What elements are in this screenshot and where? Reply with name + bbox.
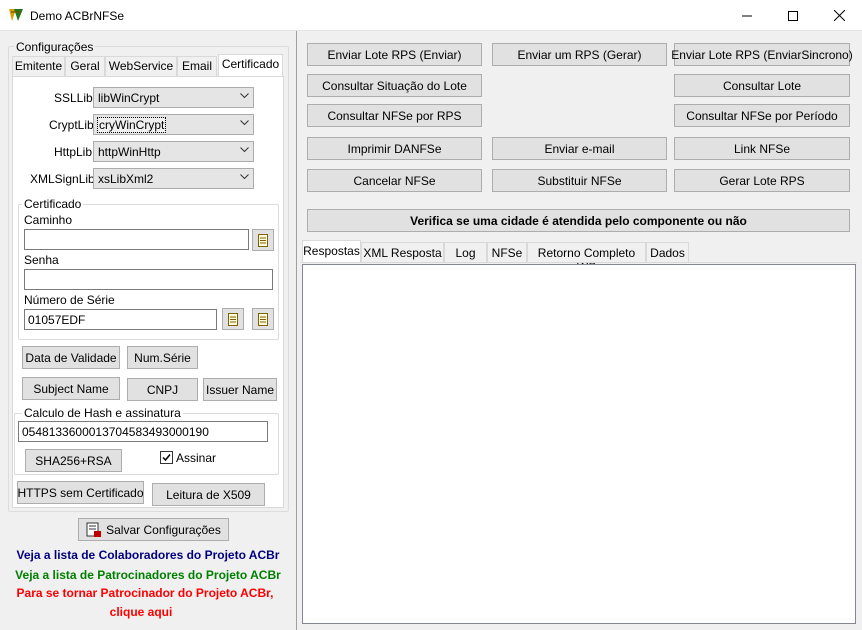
maximize-icon (788, 10, 798, 21)
document-icon (258, 233, 268, 247)
save-settings-icon (86, 522, 102, 537)
window-title: Demo ACBrNFSe (30, 9, 125, 23)
assinar-checkbox[interactable] (160, 451, 173, 464)
xmlsignlib-label: XMLSignLib (30, 172, 95, 186)
clique-aqui-link[interactable]: clique aqui (0, 605, 282, 619)
browse-caminho-button[interactable] (252, 229, 274, 251)
hash-input[interactable]: 05481336000137045834930001​90 (18, 421, 268, 442)
salvar-configuracoes-button[interactable]: Salvar Configurações (78, 518, 229, 541)
respostas-memo[interactable] (302, 264, 856, 624)
assinar-label: Assinar (176, 451, 217, 465)
num-serie-button[interactable]: Num.Série (127, 346, 198, 369)
issuer-name-button[interactable]: Issuer Name (203, 378, 277, 401)
sha256-rsa-button[interactable]: SHA256+RSA (25, 449, 122, 472)
colaboradores-link[interactable]: Veja a lista de Colaboradores do Projeto… (0, 548, 296, 562)
xmlsignlib-combo[interactable]: xsLibXml2 (93, 168, 254, 189)
hash-group-label: Calculo de Hash e assinatura (22, 406, 183, 420)
tab-xml-resposta[interactable]: XML Resposta (361, 242, 444, 263)
cryptlib-value: cryWinCrypt (96, 116, 167, 133)
document-icon (228, 312, 238, 326)
splitter[interactable] (296, 31, 297, 630)
patrocinadores-link[interactable]: Veja a lista de Patrocinadores do Projet… (0, 568, 296, 582)
ssllib-combo[interactable]: libWinCrypt (93, 87, 254, 108)
select-cert-list-button[interactable] (252, 308, 274, 330)
minimize-button[interactable] (724, 0, 770, 31)
senha-input[interactable] (24, 269, 273, 290)
enviar-lote-button[interactable]: Enviar Lote RPS (Enviar) (307, 43, 482, 66)
tab-email[interactable]: Email (177, 56, 217, 76)
senha-label: Senha (24, 253, 59, 267)
app-icon (9, 9, 23, 21)
tabs-baseline (301, 262, 857, 263)
numserie-input[interactable]: 01057EDF (24, 309, 217, 330)
tornar-patrocinador-link[interactable]: Para se tornar Patrocinador do Projeto A… (0, 586, 290, 600)
close-button[interactable] (816, 0, 862, 31)
cryptlib-label: CryptLib (49, 118, 94, 132)
httplib-combo[interactable]: httpWinHttp (93, 141, 254, 162)
tab-emitente[interactable]: Emitente (12, 56, 65, 76)
tab-webservice[interactable]: WebService (105, 56, 177, 76)
leitura-x509-button[interactable]: Leitura de X509 (152, 483, 265, 506)
consultar-periodo-button[interactable]: Consultar NFSe por Período (674, 104, 850, 127)
xmlsignlib-value: xsLibXml2 (98, 171, 154, 186)
cancelar-nfse-button[interactable]: Cancelar NFSe (307, 169, 482, 192)
tab-geral[interactable]: Geral (65, 56, 105, 76)
chevron-down-icon (240, 174, 249, 180)
close-icon (833, 10, 845, 21)
document-icon (258, 312, 268, 326)
salvar-configuracoes-label: Salvar Configurações (106, 522, 221, 537)
enviar-email-button[interactable]: Enviar e-mail (492, 137, 667, 160)
ssllib-value: libWinCrypt (98, 90, 160, 105)
substituir-nfse-button[interactable]: Substituir NFSe (492, 169, 667, 192)
chevron-down-icon (240, 93, 249, 99)
httplib-label: HttpLib (54, 145, 93, 159)
select-cert-button[interactable] (222, 308, 244, 330)
gerar-lote-button[interactable]: Gerar Lote RPS (674, 169, 850, 192)
cryptlib-combo[interactable]: cryWinCrypt (93, 114, 254, 135)
consultar-situacao-button[interactable]: Consultar Situação do Lote (307, 74, 482, 97)
tab-respostas[interactable]: Respostas (302, 240, 361, 263)
tab-certificado[interactable]: Certificado (218, 54, 283, 77)
caminho-input[interactable] (24, 229, 249, 250)
cnpj-button[interactable]: CNPJ (127, 378, 198, 401)
data-validade-button[interactable]: Data de Validade (22, 346, 120, 369)
tab-dados[interactable]: Dados (646, 242, 689, 263)
consultar-nfse-rps-button[interactable]: Consultar NFSe por RPS (307, 104, 482, 127)
certificado-group-label: Certificado (22, 197, 84, 211)
minimize-icon (742, 15, 752, 16)
enviar-lote-sincrono-button[interactable]: Enviar Lote RPS (EnviarSincrono) (671, 43, 853, 66)
tab-nfse[interactable]: NFSe (487, 242, 527, 263)
config-group-label: Configurações (14, 40, 96, 54)
tab-log[interactable]: Log (444, 242, 487, 263)
chevron-down-icon (240, 120, 249, 126)
verifica-cidade-button[interactable]: Verifica se uma cidade é atendida pelo c… (307, 209, 850, 232)
httplib-value: httpWinHttp (98, 144, 161, 159)
link-nfse-button[interactable]: Link NFSe (674, 137, 850, 160)
enviar-um-rps-button[interactable]: Enviar um RPS (Gerar) (492, 43, 667, 66)
checkmark-icon (162, 454, 171, 462)
consultar-lote-button[interactable]: Consultar Lote (674, 74, 850, 97)
caminho-label: Caminho (24, 213, 73, 227)
imprimir-danfse-button[interactable]: Imprimir DANFSe (307, 137, 482, 160)
numserie-label: Número de Série (24, 293, 115, 307)
chevron-down-icon (240, 147, 249, 153)
tab-retorno-completo-ws[interactable]: Retorno Completo WS (527, 242, 646, 274)
maximize-button[interactable] (770, 0, 816, 31)
https-sem-certificado-button[interactable]: HTTPS sem Certificado (17, 481, 144, 504)
subject-name-button[interactable]: Subject Name (22, 377, 120, 400)
ssllib-label: SSLLib (54, 91, 93, 105)
